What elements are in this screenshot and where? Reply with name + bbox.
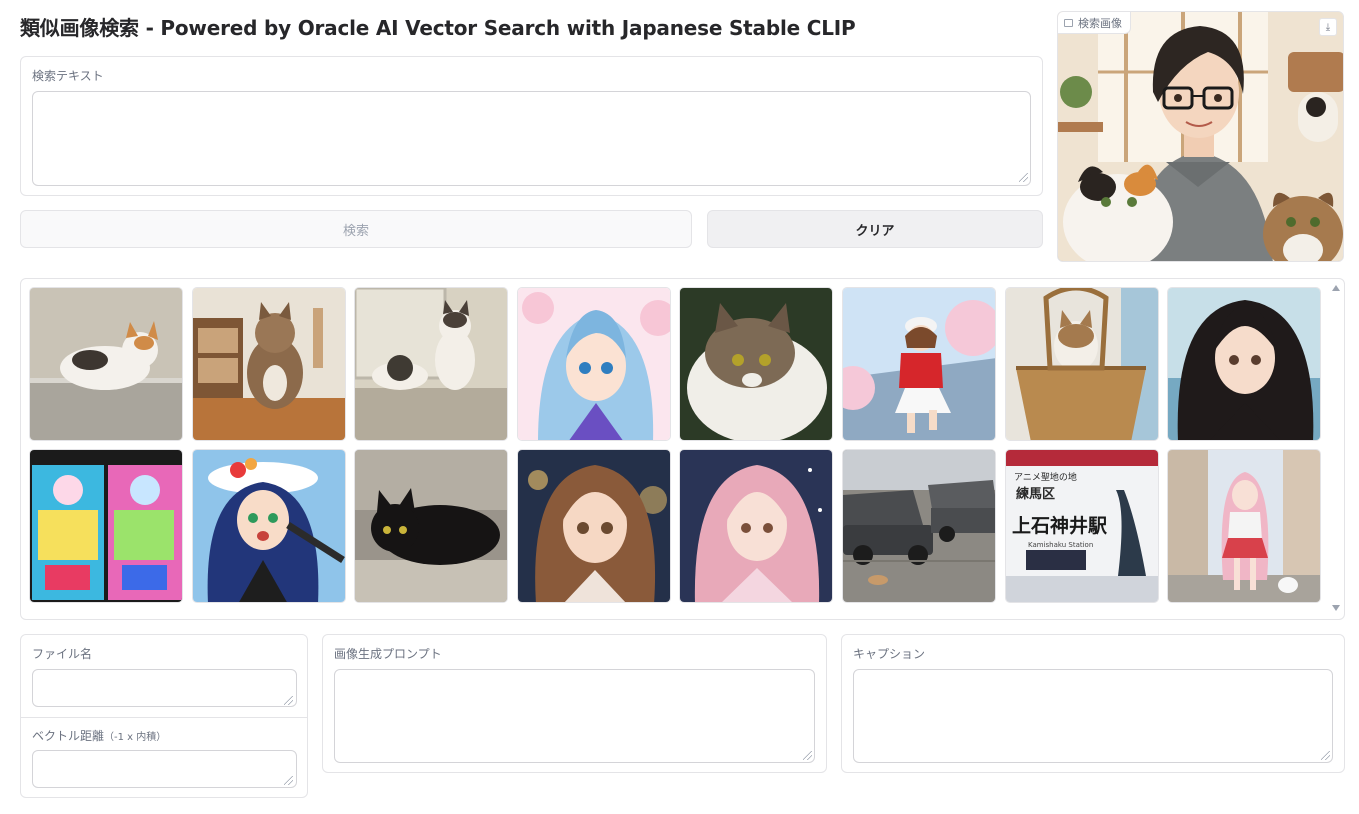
thumbnail-image (680, 450, 833, 602)
query-image-label-text: 検索画像 (1078, 16, 1122, 30)
gallery-thumbnail[interactable] (516, 287, 671, 441)
gallery-thumbnail[interactable] (1167, 449, 1322, 603)
caption-label: キャプション (853, 647, 926, 661)
sign-text-ward: 練馬区 (1016, 486, 1055, 502)
filename-label: ファイル名 (32, 647, 93, 661)
prompt-panel: 画像生成プロンプト (322, 634, 827, 773)
caption-field[interactable] (853, 669, 1333, 763)
sign-text-roman: Kamishaku Station (1028, 541, 1093, 549)
gallery-thumbnail[interactable] (679, 449, 834, 603)
distance-label: ベクトル距離（-1 x 内積） (32, 727, 166, 744)
thumbnail-image (843, 450, 995, 602)
gallery-thumbnail[interactable] (354, 287, 509, 441)
field-divider (21, 717, 307, 718)
download-icon[interactable]: ⤓ (1319, 18, 1337, 36)
thumbnail-image (517, 450, 670, 602)
page-title: 類似画像検索 - Powered by Oracle AI Vector Sea… (20, 16, 856, 40)
resize-grip-icon[interactable] (803, 751, 812, 760)
resize-grip-icon[interactable] (1019, 173, 1028, 182)
search-text-input[interactable] (32, 91, 1031, 186)
resize-grip-icon[interactable] (1321, 751, 1330, 760)
sign-text-top: アニメ聖地の地 (1014, 471, 1077, 483)
thumbnail-image (355, 288, 508, 440)
gallery-thumbnail[interactable] (679, 287, 834, 441)
search-button[interactable]: 検索 (20, 210, 692, 248)
search-text-label: 検索テキスト (32, 69, 104, 83)
thumbnail-image (680, 288, 833, 440)
gallery-thumbnail[interactable] (354, 449, 509, 603)
gallery-thumbnail[interactable] (842, 287, 996, 441)
gallery-thumbnail[interactable] (191, 287, 346, 441)
image-icon (1064, 18, 1073, 27)
thumbnail-image (192, 450, 345, 602)
gallery-thumbnail[interactable] (29, 449, 183, 603)
app-page: 類似画像検索 - Powered by Oracle AI Vector Sea… (0, 0, 1359, 814)
caption-panel: キャプション (841, 634, 1345, 773)
query-image-panel[interactable]: 検索画像 ⤓ (1057, 11, 1344, 262)
thumbnail-image (843, 288, 995, 440)
gallery-thumbnail[interactable] (1167, 287, 1322, 441)
thumbnail-image (1168, 288, 1321, 440)
thumbnail-image (517, 288, 670, 440)
thumbnail-image (1005, 288, 1158, 440)
thumbnail-image: アニメ聖地の地練馬区上石神井駅 Kamishaku Station (1005, 450, 1158, 602)
gallery-thumbnail[interactable] (842, 449, 996, 603)
gallery-thumbnail[interactable]: アニメ聖地の地練馬区上石神井駅 Kamishaku Station (1004, 449, 1159, 603)
thumbnail-image (355, 450, 508, 602)
prompt-field[interactable] (334, 669, 815, 763)
distance-label-sub: （-1 x 内積） (104, 732, 167, 743)
gallery-thumbnail[interactable] (191, 449, 346, 603)
scroll-down-icon[interactable] (1332, 605, 1340, 611)
prompt-label: 画像生成プロンプト (334, 647, 442, 661)
gallery-thumbnail[interactable] (516, 449, 671, 603)
gallery-scrollbar[interactable] (1330, 281, 1342, 617)
distance-label-text: ベクトル距離 (32, 729, 105, 743)
gallery-thumbnail[interactable] (29, 287, 183, 441)
query-image-illustration (1058, 12, 1343, 261)
result-gallery: アニメ聖地の地練馬区上石神井駅 Kamishaku Station (20, 278, 1345, 620)
search-text-panel: 検索テキスト (20, 56, 1043, 196)
scroll-up-icon[interactable] (1332, 285, 1340, 291)
thumbnail-image (1168, 450, 1321, 602)
clear-button[interactable]: クリア (707, 210, 1043, 248)
resize-grip-icon[interactable] (284, 776, 293, 785)
thumbnail-image (30, 288, 182, 440)
resize-grip-icon[interactable] (284, 696, 293, 705)
thumbnail-image (192, 288, 345, 440)
gallery-thumbnail[interactable] (1004, 287, 1159, 441)
query-image-label: 検索画像 (1058, 12, 1131, 34)
filename-panel: ファイル名 ベクトル距離（-1 x 内積） (20, 634, 308, 798)
distance-field[interactable] (32, 750, 297, 788)
thumbnail-image (30, 450, 182, 602)
sign-text-station: 上石神井駅 (1012, 514, 1108, 537)
filename-field[interactable] (32, 669, 297, 707)
